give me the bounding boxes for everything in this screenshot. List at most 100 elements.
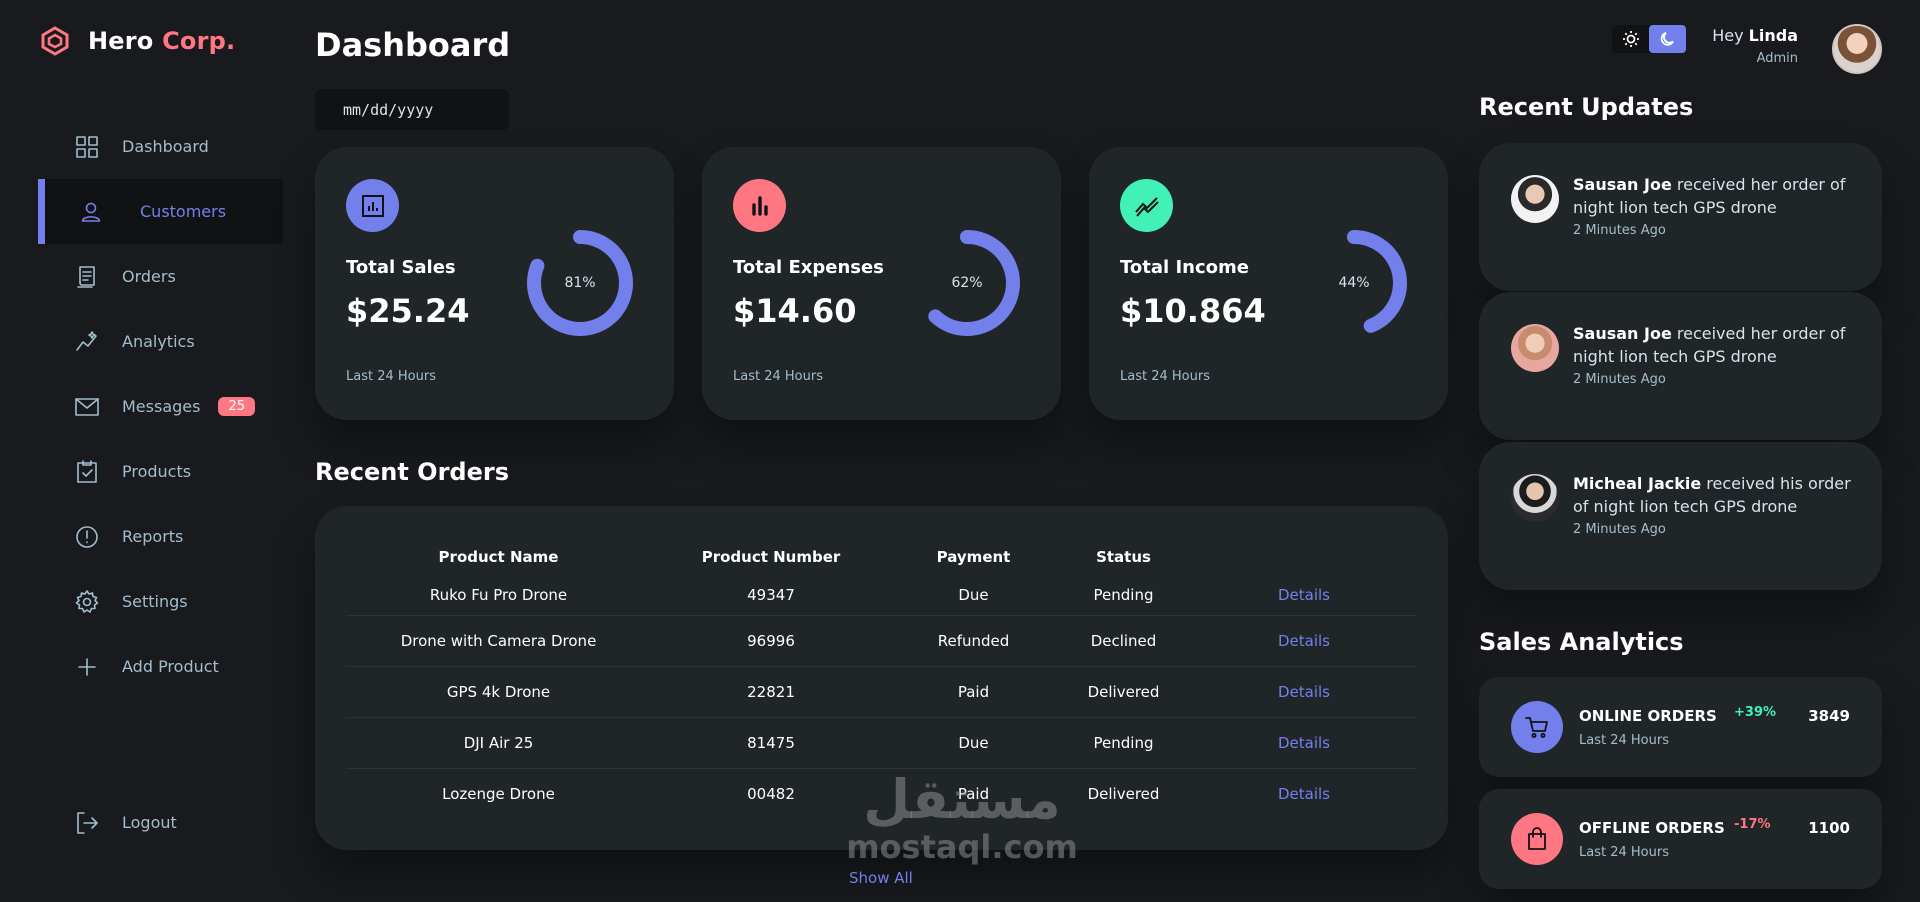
progress-ring: 62% (911, 227, 1023, 339)
update-user-name: Sausan Joe (1573, 175, 1672, 194)
analytics-footer: Last 24 Hours (1579, 733, 1669, 748)
order-status: Delivered (1056, 666, 1191, 718)
insights-cards: Total Sales $25.24 Last 24 Hours 81% Tot… (315, 147, 1448, 420)
table-row: Lozenge Drone 00482 Paid Delivered Detai… (346, 768, 1417, 819)
brand[interactable]: Hero Corp. (40, 26, 235, 56)
stock-trend-icon (1120, 179, 1173, 232)
user-name: Linda (1748, 26, 1798, 45)
recent-updates-title: Recent Updates (1479, 93, 1694, 121)
sidebar-item-products[interactable]: Products (38, 439, 283, 504)
payment-status: Paid (891, 666, 1056, 718)
moon-icon (1660, 32, 1674, 46)
recent-orders-title: Recent Orders (315, 458, 509, 486)
product-name: GPS 4k Drone (346, 666, 651, 718)
sidebar-item-label: Analytics (122, 332, 195, 351)
update-message: Micheal Jackie received his order of nig… (1573, 472, 1853, 518)
sidebar-item-messages[interactable]: Messages 25 (38, 374, 283, 439)
analytics-title: OFFLINE ORDERS (1579, 819, 1725, 837)
table-row: Drone with Camera Drone 96996 Refunded D… (346, 615, 1417, 667)
sidebar-item-label: Products (122, 462, 192, 481)
update-user-name: Micheal Jackie (1573, 474, 1702, 493)
sidebar-item-dashboard[interactable]: Dashboard (38, 114, 283, 179)
light-mode-button[interactable] (1612, 25, 1649, 53)
dark-mode-button[interactable] (1649, 25, 1686, 53)
sales-analytics-title: Sales Analytics (1479, 628, 1684, 656)
update-item: Sausan Joe received her order of night l… (1479, 143, 1882, 291)
page-title: Dashboard (315, 26, 511, 64)
column-header-actions (1191, 539, 1417, 575)
avatar (1511, 175, 1559, 223)
progress-percent: 62% (951, 275, 983, 291)
order-status: Pending (1056, 717, 1191, 769)
recent-orders-table-card: Product Name Product Number Payment Stat… (315, 506, 1448, 850)
order-status: Delivered (1087, 784, 1160, 803)
mail-icon (74, 394, 100, 420)
sidebar-item-label: Dashboard (122, 137, 209, 156)
details-link[interactable]: Details (1191, 768, 1417, 819)
user-role: Admin (1756, 51, 1798, 66)
show-all-link[interactable]: Show All (849, 869, 913, 887)
avatar (1511, 474, 1559, 522)
messages-count-badge: 25 (218, 397, 256, 416)
sidebar-item-label: Settings (122, 592, 188, 611)
sidebar-item-label: Customers (140, 202, 227, 221)
sidebar-item-label: Orders (122, 267, 176, 286)
sidebar-item-settings[interactable]: Settings (38, 569, 283, 634)
payment-status: Paid (957, 784, 990, 803)
progress-percent: 44% (1338, 275, 1370, 291)
sidebar-nav: Dashboard Customers Orders Analytics Mes… (38, 114, 283, 699)
sun-icon (1622, 31, 1639, 47)
product-number: 96996 (651, 615, 891, 667)
details-link[interactable]: Details (1191, 717, 1417, 769)
gear-icon (74, 589, 100, 615)
card-title: Total Expenses (733, 257, 884, 278)
details-link[interactable]: Details (1191, 575, 1417, 616)
brand-name-accent: Corp. (162, 27, 236, 55)
greeting: Hey Linda (1712, 26, 1798, 45)
product-name: Drone with Camera Drone (346, 615, 651, 667)
table-header-row: Product Name Product Number Payment Stat… (346, 539, 1417, 575)
update-time: 2 Minutes Ago (1573, 522, 1666, 537)
progress-percent: 81% (564, 275, 596, 291)
total-expenses-card: Total Expenses $14.60 Last 24 Hours 62% (702, 147, 1061, 420)
online-orders-item: ONLINE ORDERS Last 24 Hours +39% 3849 (1479, 677, 1882, 777)
theme-toggle[interactable] (1612, 25, 1686, 53)
analytics-change: +39% (1734, 705, 1777, 720)
details-link[interactable]: Details (1191, 615, 1417, 667)
update-time: 2 Minutes Ago (1573, 372, 1666, 387)
column-header: Status (1096, 548, 1151, 566)
total-sales-card: Total Sales $25.24 Last 24 Hours 81% (315, 147, 674, 420)
details-link[interactable]: Details (1191, 666, 1417, 718)
progress-ring: 81% (524, 227, 636, 339)
update-message: Sausan Joe received her order of night l… (1573, 173, 1853, 219)
profile-avatar[interactable] (1832, 24, 1882, 74)
update-user-name: Sausan Joe (1573, 324, 1672, 343)
analytics-value: 1100 (1808, 819, 1850, 837)
logout-button[interactable]: Logout (38, 790, 283, 855)
order-status: Declined (1056, 615, 1191, 667)
sidebar-item-label: Add Product (122, 657, 219, 676)
sidebar-item-orders[interactable]: Orders (38, 244, 283, 309)
product-number: 81475 (651, 717, 891, 769)
card-title: Total Sales (346, 257, 456, 278)
sidebar-item-label: Reports (122, 527, 184, 546)
hexagon-logo-icon (41, 26, 69, 56)
sidebar-item-reports[interactable]: Reports (38, 504, 283, 569)
update-message: Sausan Joe received her order of night l… (1573, 322, 1853, 368)
sidebar-item-label: Messages (122, 397, 201, 416)
product-number: 49347 (651, 575, 891, 616)
clipboard-check-icon (74, 459, 100, 485)
offline-orders-item: OFFLINE ORDERS Last 24 Hours -17% 1100 (1479, 789, 1882, 889)
date-input[interactable] (315, 89, 509, 130)
product-number: 22821 (651, 666, 891, 718)
product-name: Ruko Fu Pro Drone (346, 575, 651, 616)
update-item: Micheal Jackie received his order of nig… (1479, 442, 1882, 590)
card-value: $10.864 (1120, 292, 1266, 330)
avatar (1511, 324, 1559, 372)
sidebar-item-customers[interactable]: Customers (38, 179, 283, 244)
sidebar-item-add-product[interactable]: Add Product (38, 634, 283, 699)
analytics-title: ONLINE ORDERS (1579, 707, 1717, 725)
sidebar-item-analytics[interactable]: Analytics (38, 309, 283, 374)
payment-status: Due (891, 717, 1056, 769)
column-header: Product Name (438, 548, 559, 566)
